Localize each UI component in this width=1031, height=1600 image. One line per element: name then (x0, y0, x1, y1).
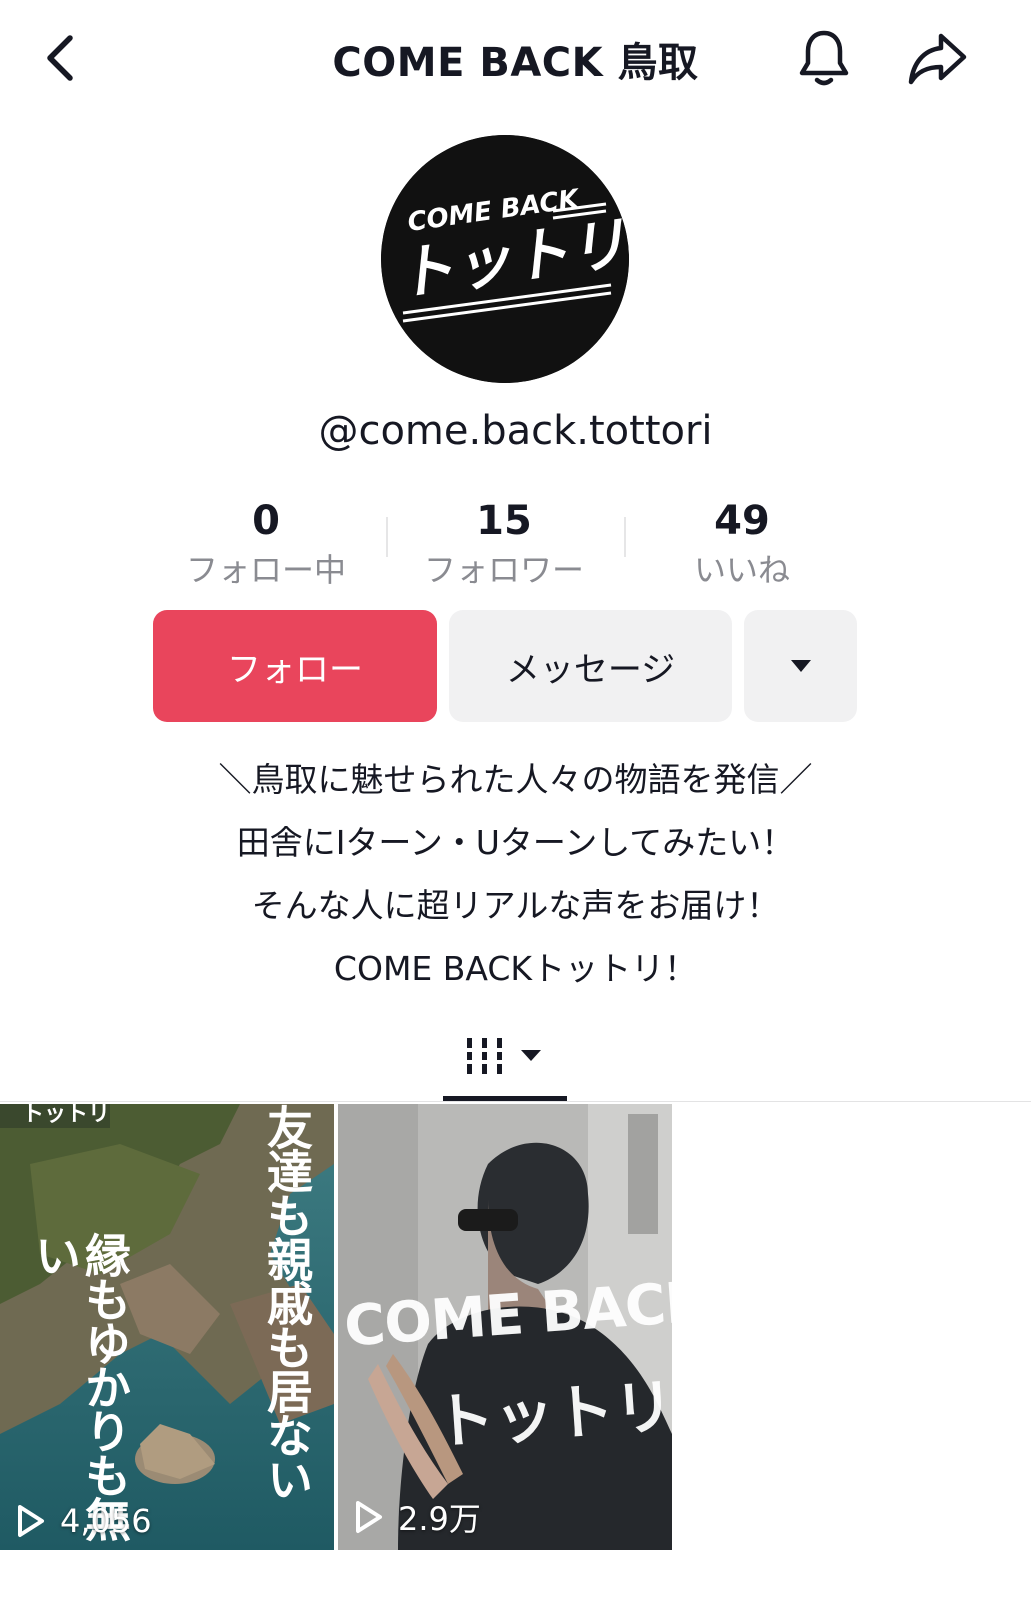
bell-icon (799, 30, 849, 86)
bio-line: ＼鳥取に魅せられた人々の物語を発信／ (218, 760, 813, 799)
video-thumbnail[interactable]: COME BACK トットリ 2.9万 (338, 1104, 672, 1550)
share-button[interactable] (905, 26, 969, 90)
stat-followers-count: 15 (476, 498, 532, 544)
bio-line: COME BACKトットリ！ (333, 949, 698, 988)
tab-videos[interactable] (443, 1010, 567, 1102)
stat-followers[interactable]: 15 フォロワー (386, 495, 622, 593)
view-count: 2.9万 (354, 1494, 481, 1540)
video-overlay-text: 友達も親戚も居ない (260, 1104, 314, 1500)
stat-likes[interactable]: 49 いいね (624, 495, 860, 593)
stat-followers-label: フォロワー (423, 551, 584, 589)
video-thumbnail[interactable]: 友達も親戚も居ない 縁もゆかりも無い トットリ 4,056 (0, 1104, 334, 1550)
stat-likes-label: いいね (693, 551, 790, 589)
bio-line: そんな人に超リアルな声をお届け！ (251, 886, 780, 925)
play-icon (356, 1501, 382, 1533)
page-title: COME BACK 鳥取 (332, 40, 699, 86)
comeback-tottori-logo: COME BACK トットリ (381, 135, 629, 383)
caret-down-icon (790, 660, 811, 672)
stat-following-label: フォロー中 (185, 551, 346, 589)
follow-button[interactable]: フォロー (153, 610, 437, 722)
view-count-value: 4,056 (60, 1502, 152, 1540)
content-tab-bar (0, 1010, 1031, 1102)
profile-avatar[interactable]: COME BACK トットリ (381, 135, 629, 383)
view-count: 4,056 (16, 1502, 152, 1540)
play-icon (18, 1505, 44, 1537)
username: @come.back.tottori (318, 408, 713, 454)
video-overlay-text: トットリ (432, 1371, 672, 1459)
stat-following[interactable]: 0 フォロー中 (148, 495, 384, 593)
stat-following-count: 0 (252, 498, 280, 544)
share-arrow-icon (908, 33, 967, 85)
top-bar: COME BACK 鳥取 (0, 0, 1031, 115)
stat-likes-count: 49 (714, 498, 770, 544)
more-options-button[interactable] (744, 610, 857, 722)
tab-active-indicator (443, 1096, 567, 1101)
grid-bars-icon (467, 1038, 541, 1074)
view-count-value: 2.9万 (398, 1500, 481, 1538)
bio-line: 田舎にIターン・Uターンしてみたい！ (236, 823, 795, 862)
message-button[interactable]: メッセージ (449, 610, 732, 722)
profile-stats: 0 フォロー中 15 フォロワー 49 いいね (150, 495, 860, 595)
video-corner-logo: トットリ (22, 1104, 111, 1127)
profile-bio: ＼鳥取に魅せられた人々の物語を発信／ 田舎にIターン・Uターンしてみたい！ そん… (0, 748, 1031, 1000)
notification-button[interactable] (792, 26, 856, 90)
